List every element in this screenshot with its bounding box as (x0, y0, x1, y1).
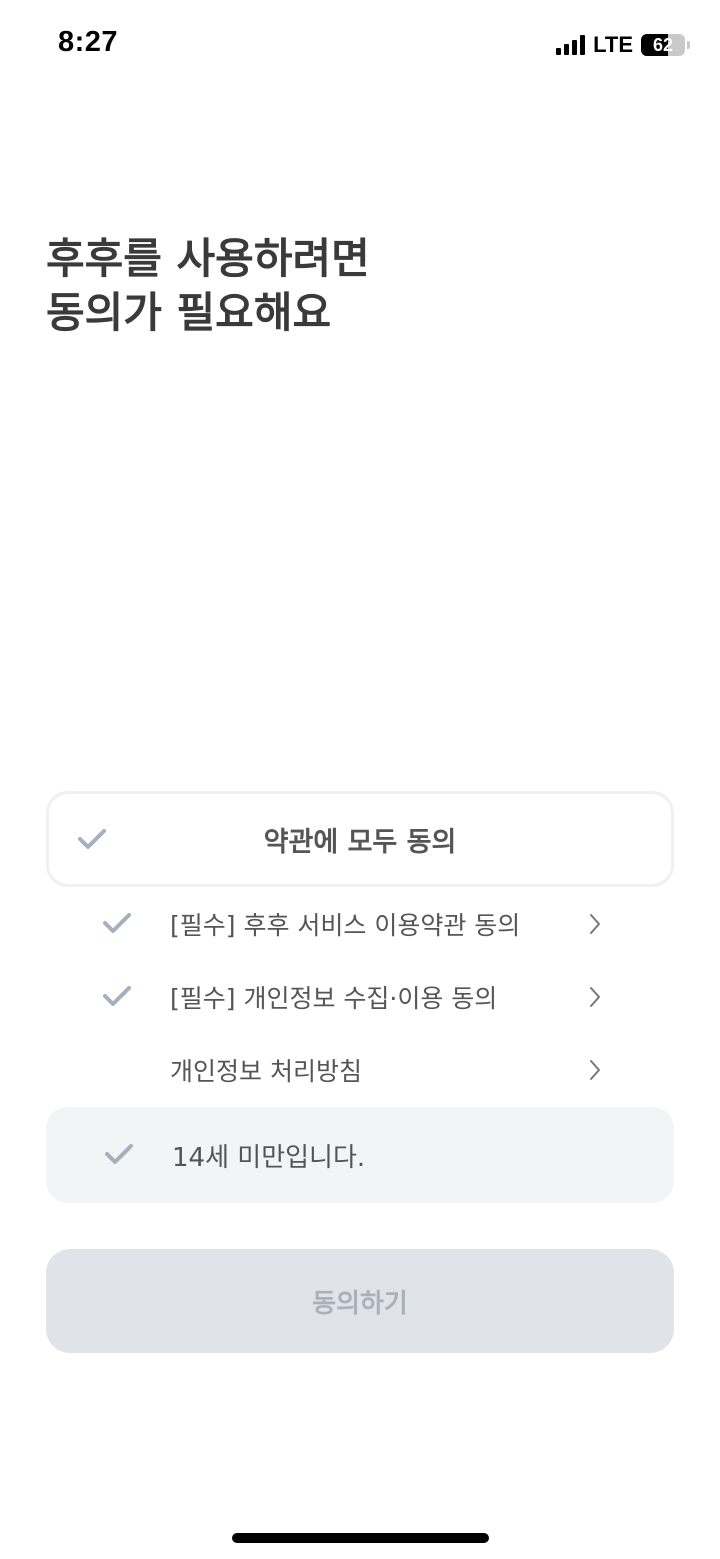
check-icon (104, 1143, 134, 1165)
status-bar: 8:27 LTE 62 (0, 0, 720, 90)
term-row-privacy-policy[interactable]: 개인정보 처리방침 (46, 1040, 674, 1100)
term-row-service[interactable]: [필수] 후후 서비스 이용약관 동의 (46, 894, 674, 954)
chevron-right-icon[interactable] (588, 985, 602, 1013)
status-indicators: LTE 62 (556, 32, 690, 58)
under-14-label: 14세 미만입니다. (172, 1143, 366, 1173)
under-14-checkbox[interactable]: 14세 미만입니다. (46, 1107, 674, 1203)
term-label: 개인정보 처리방침 (170, 1057, 362, 1086)
chevron-right-icon[interactable] (588, 1058, 602, 1086)
battery-cap (687, 41, 690, 49)
agree-button[interactable]: 동의하기 (46, 1249, 674, 1353)
network-label: LTE (593, 32, 633, 57)
check-icon[interactable] (102, 985, 132, 1007)
battery-icon: 62 (641, 34, 685, 56)
check-icon (77, 828, 107, 850)
check-icon[interactable] (102, 912, 132, 934)
agree-all-checkbox[interactable]: 약관에 모두 동의 (46, 791, 674, 887)
term-row-privacy-collection[interactable]: [필수] 개인정보 수집·이용 동의 (46, 967, 674, 1027)
chevron-right-icon[interactable] (588, 912, 602, 940)
home-indicator[interactable] (232, 1533, 489, 1543)
battery-level: 62 (652, 34, 674, 55)
term-label: [필수] 개인정보 수집·이용 동의 (170, 984, 498, 1013)
term-label: [필수] 후후 서비스 이용약관 동의 (170, 911, 521, 940)
status-time: 8:27 (58, 26, 119, 58)
agreement-screen: 8:27 LTE 62 후후를 사용하려면 동의가 필요해요 약관에 모두 동의… (0, 0, 720, 1559)
agree-all-label: 약관에 모두 동의 (263, 826, 457, 858)
page-title: 후후를 사용하려면 동의가 필요해요 (46, 234, 370, 337)
signal-icon (556, 35, 586, 55)
